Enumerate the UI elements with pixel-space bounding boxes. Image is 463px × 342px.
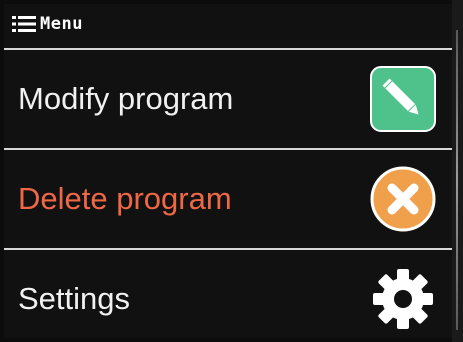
menu-title: Menu [40, 14, 83, 34]
menu-header: Menu [4, 4, 452, 44]
menu-list-icon [12, 14, 36, 34]
menu-item-label: Settings [18, 281, 131, 316]
bezel-edge [456, 30, 458, 330]
menu-item-delete-program[interactable]: Delete program [4, 148, 452, 248]
menu-item-settings[interactable]: Settings [4, 248, 452, 338]
device-screen: Menu Modify program Delete program Setti… [4, 4, 452, 338]
close-circle-icon[interactable] [370, 166, 436, 232]
device-bezel [452, 0, 463, 342]
pencil-icon[interactable] [370, 66, 436, 132]
menu-list: Modify program Delete program Settings [4, 48, 452, 338]
menu-item-label: Delete program [18, 181, 232, 216]
menu-item-label: Modify program [18, 81, 234, 116]
gear-icon[interactable] [370, 266, 436, 332]
menu-item-modify-program[interactable]: Modify program [4, 48, 452, 148]
